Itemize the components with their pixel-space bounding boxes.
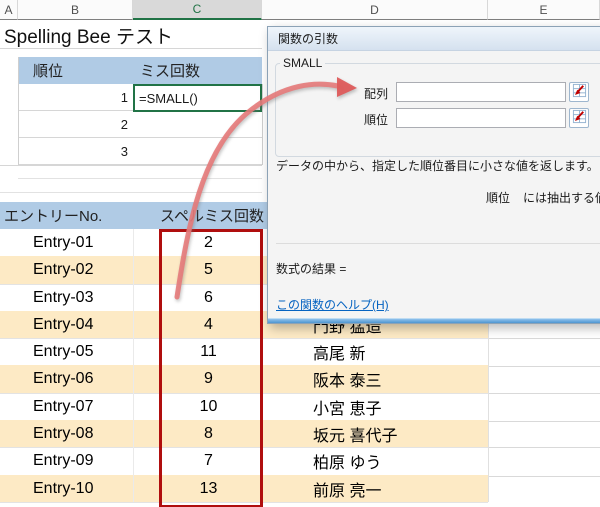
name-cell[interactable]: 阪本 泰三: [262, 365, 488, 393]
name-cell[interactable]: 柏原 ゆう: [262, 447, 488, 475]
entry-table-header-no[interactable]: エントリーNo.: [0, 202, 133, 229]
rank-cell-3[interactable]: 3: [18, 138, 133, 165]
empty-cell-e[interactable]: [488, 338, 600, 367]
column-header-d[interactable]: D: [262, 0, 488, 20]
rank-field-label: 順位: [338, 111, 388, 128]
function-help-link[interactable]: この関数のヘルプ(H): [276, 296, 389, 313]
name-cell[interactable]: 前原 亮一: [262, 475, 488, 502]
miss-cell-3[interactable]: [133, 138, 262, 165]
empty-cell-e[interactable]: [488, 393, 600, 422]
rank-range-picker-button[interactable]: [569, 108, 589, 128]
hint-param-name: 順位: [486, 191, 510, 205]
divider: [276, 243, 600, 244]
entry-no-cell[interactable]: Entry-10: [0, 475, 133, 502]
range-highlight-box: [159, 229, 263, 507]
column-header-e[interactable]: E: [488, 0, 600, 20]
hint-text: には抽出する値の小さい方: [523, 191, 600, 205]
rank-cell-1[interactable]: 1: [18, 84, 133, 111]
column-header-b[interactable]: B: [18, 0, 133, 20]
function-description: データの中から、指定した順位番目に小さな値を返します。: [276, 157, 599, 174]
formula-result-label: 数式の結果 =: [276, 260, 346, 277]
excel-worksheet: A B C D E Spelling Bee テスト 順位 ミス回数 1 =SM…: [0, 0, 600, 507]
rank-table-header-rank[interactable]: 順位: [18, 57, 133, 84]
parameter-hint: 順位には抽出する値の小さい方: [486, 189, 600, 206]
entry-no-cell[interactable]: Entry-07: [0, 393, 133, 420]
array-field-input[interactable]: [396, 82, 566, 102]
entry-no-cell[interactable]: Entry-06: [0, 365, 133, 393]
dialog-title: 関数の引数: [278, 30, 338, 47]
entry-no-cell[interactable]: Entry-04: [0, 311, 133, 338]
empty-cell-e[interactable]: [488, 447, 600, 477]
entry-no-cell[interactable]: Entry-05: [0, 338, 133, 365]
rank-cell-2[interactable]: 2: [18, 111, 133, 138]
column-header-c[interactable]: C: [133, 0, 262, 20]
range-picker-icon: [572, 109, 587, 127]
function-arguments-dialog: 関数の引数 SMALL 配列 順位: [267, 26, 600, 324]
rank-field-input[interactable]: [396, 108, 566, 128]
rank-table-header-miss[interactable]: ミス回数: [133, 57, 262, 84]
name-cell[interactable]: 小宮 恵子: [262, 393, 488, 420]
entry-no-cell[interactable]: Entry-01: [0, 229, 133, 256]
name-cell[interactable]: 高尾 新: [262, 338, 488, 365]
active-formula-cell[interactable]: =SMALL(): [133, 84, 262, 112]
function-name-label: SMALL: [280, 56, 325, 70]
entry-no-cell[interactable]: Entry-02: [0, 256, 133, 284]
sheet-title: Spelling Bee テスト: [4, 22, 173, 49]
entry-no-cell[interactable]: Entry-09: [0, 447, 133, 475]
array-range-picker-button[interactable]: [569, 82, 589, 102]
entry-no-cell[interactable]: Entry-03: [0, 284, 133, 311]
column-header-a[interactable]: A: [0, 0, 18, 20]
array-field-label: 配列: [338, 85, 388, 102]
name-cell[interactable]: 坂元 喜代子: [262, 420, 488, 447]
miss-cell-2[interactable]: [133, 112, 262, 138]
dialog-bottom-border: [268, 318, 600, 323]
dialog-titlebar[interactable]: 関数の引数: [268, 27, 600, 51]
entry-no-cell[interactable]: Entry-08: [0, 420, 133, 447]
range-picker-icon: [572, 83, 587, 101]
dialog-body: SMALL 配列 順位: [268, 50, 600, 319]
